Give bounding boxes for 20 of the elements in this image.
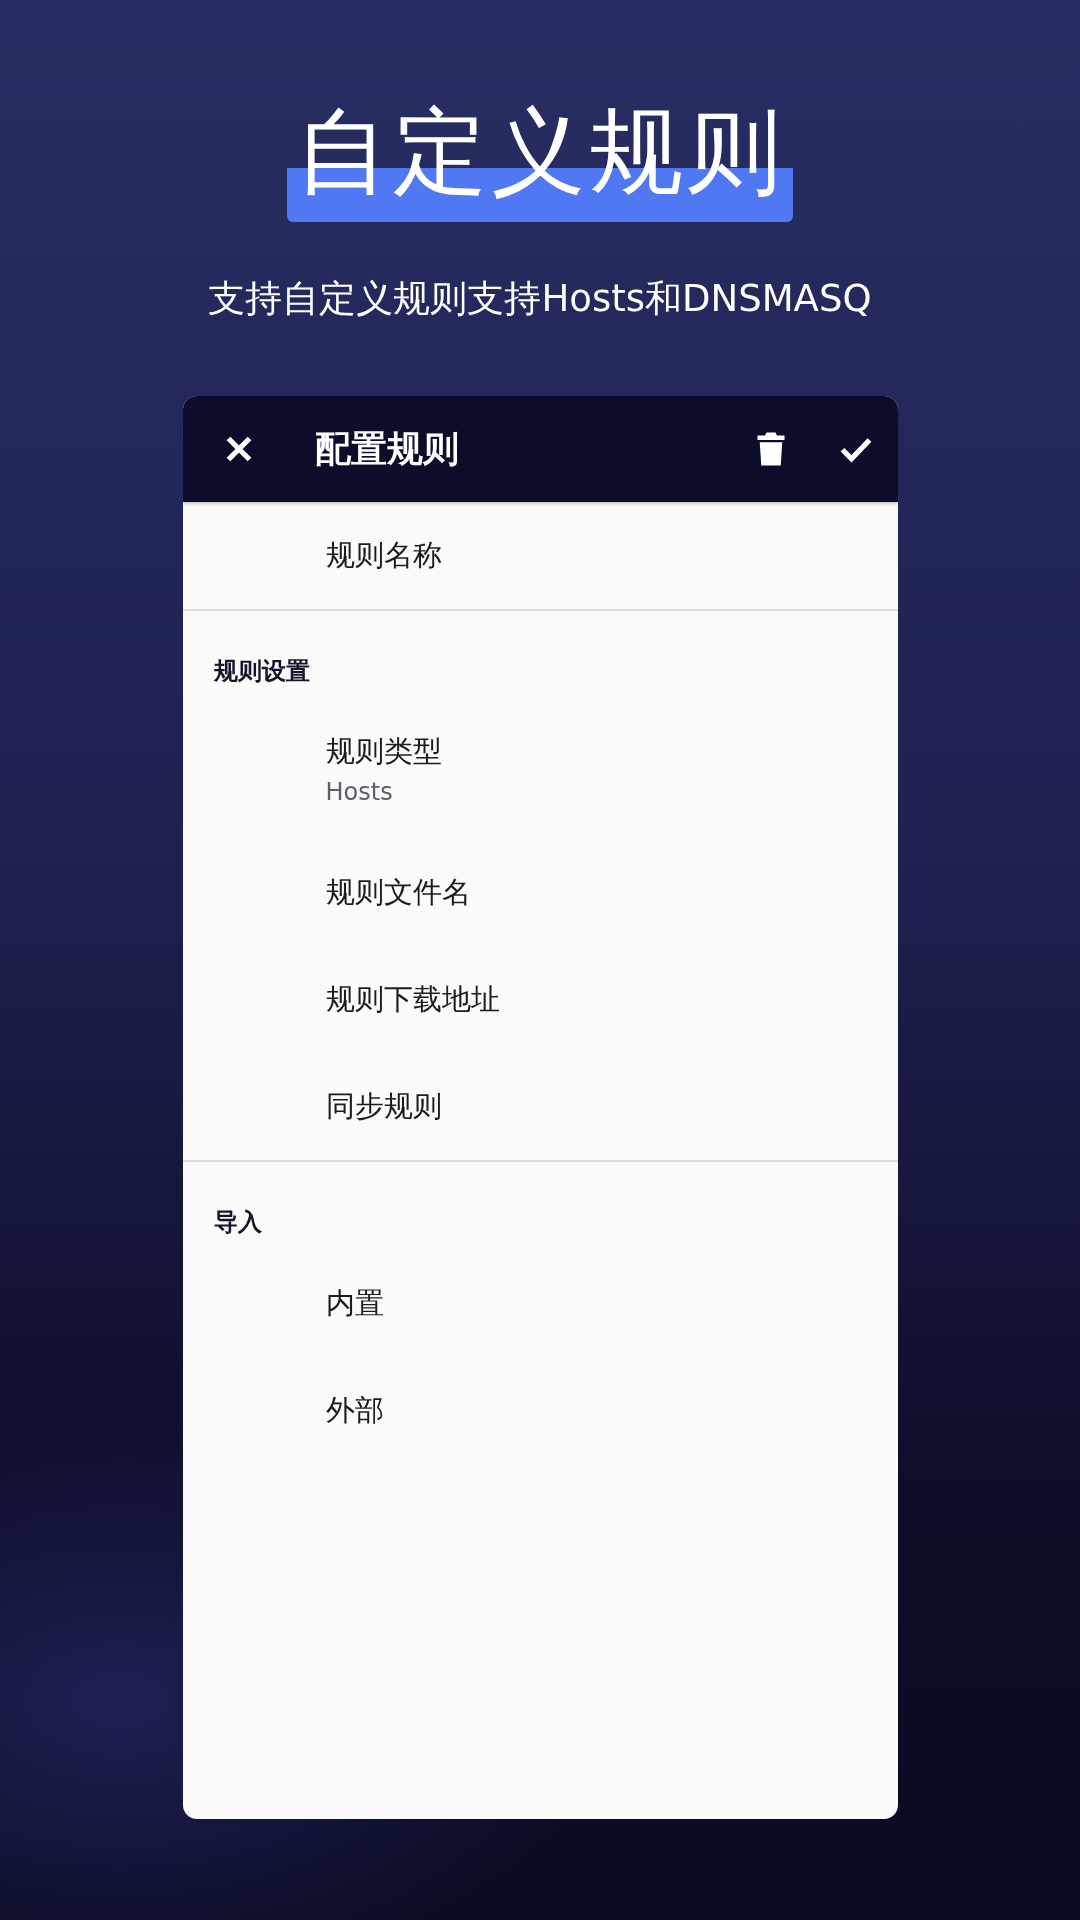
settings-row[interactable]: 规则下载地址 — [182, 946, 898, 1053]
settings-row[interactable]: 规则文件名 — [182, 839, 898, 946]
row-summary: Hosts — [325, 778, 394, 806]
settings-row[interactable]: 同步规则 — [182, 1053, 898, 1160]
section-header: 导入 — [212, 1207, 263, 1238]
row-title: 规则文件名 — [325, 873, 472, 911]
settings-row[interactable]: 内置 — [182, 1250, 898, 1357]
row-title: 同步规则 — [325, 1087, 443, 1125]
row-title: 规则名称 — [325, 536, 443, 574]
headline-subtitle: 支持自定义规则支持Hosts和DNSMASQ — [208, 276, 872, 322]
settings-row[interactable]: 规则名称 — [182, 502, 898, 609]
trash-icon[interactable] — [755, 431, 786, 467]
settings-row[interactable]: 外部 — [182, 1357, 898, 1464]
settings-row[interactable]: 规则类型 Hosts — [182, 699, 898, 839]
section-header: 规则设置 — [212, 656, 311, 687]
row-title: 内置 — [325, 1284, 385, 1322]
row-title: 规则类型 — [325, 733, 443, 770]
row-title: 规则下载地址 — [325, 980, 501, 1018]
row-title: 外部 — [325, 1391, 385, 1429]
toolbar-title: 配置规则 — [314, 426, 460, 471]
